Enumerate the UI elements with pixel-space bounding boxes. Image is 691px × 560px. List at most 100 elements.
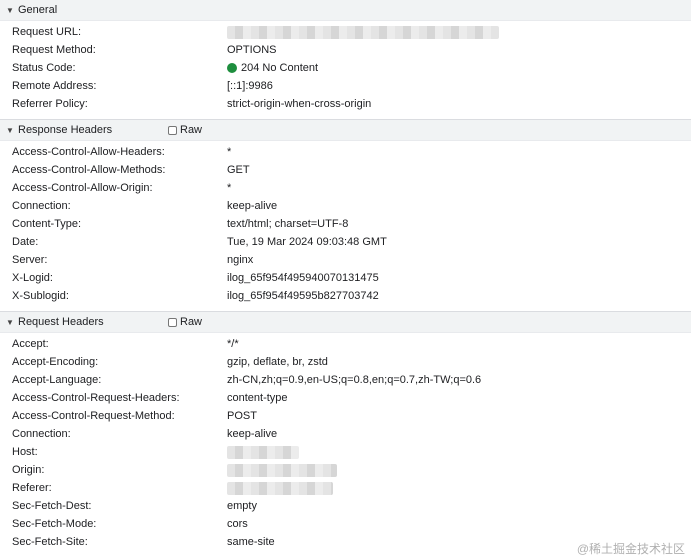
header-value: zh-CN,zh;q=0.9,en-US;q=0.8,en;q=0.7,zh-T… — [227, 374, 482, 386]
header-row: Access-Control-Request-Headers: content-t… — [0, 389, 691, 407]
general-section-title: General — [18, 4, 58, 16]
header-row: X-Logid: ilog_65f954f495940070131475 — [0, 269, 691, 287]
header-key: Connection: — [12, 200, 71, 212]
response-headers-title: Response Headers — [18, 124, 113, 136]
response-headers-section-header[interactable]: ▼ Response Headers Raw — [0, 119, 691, 141]
request-raw-toggle[interactable]: Raw — [168, 312, 202, 332]
status-dot-icon — [227, 63, 237, 73]
raw-label: Raw — [180, 124, 203, 136]
header-value: same-site — [227, 536, 275, 548]
header-value: Tue, 19 Mar 2024 09:03:48 GMT — [227, 236, 387, 248]
request-headers-title: Request Headers — [18, 316, 104, 328]
header-key: Connection: — [12, 428, 71, 440]
general-section-header[interactable]: ▼ General — [0, 0, 691, 21]
header-row: Date: Tue, 19 Mar 2024 09:03:48 GMT — [0, 233, 691, 251]
header-key: Access-Control-Request-Method: — [12, 410, 175, 422]
header-row: Referrer Policy: strict-origin-when-cros… — [0, 95, 691, 113]
header-row: Sec-Fetch-Dest: empty — [0, 497, 691, 515]
header-row: Accept: */* — [0, 335, 691, 353]
header-row: X-Sublogid: ilog_65f954f49595b827703742 — [0, 287, 691, 305]
header-key: Accept-Encoding: — [12, 356, 99, 368]
header-key: Server: — [12, 254, 48, 266]
raw-checkbox[interactable] — [168, 125, 177, 135]
header-value — [227, 445, 299, 459]
redacted-value — [227, 481, 333, 495]
request-headers-section-header[interactable]: ▼ Request Headers Raw — [0, 311, 691, 333]
triangle-down-icon[interactable]: ▼ — [2, 318, 18, 327]
header-row: Content-Type: text/html; charset=UTF-8 — [0, 215, 691, 233]
header-row: Request Method: OPTIONS — [0, 41, 691, 59]
header-value: keep-alive — [227, 428, 278, 440]
header-key: Access-Control-Request-Headers: — [12, 392, 180, 404]
header-row: Access-Control-Allow-Origin: * — [0, 179, 691, 197]
header-value: text/html; charset=UTF-8 — [227, 218, 349, 230]
header-value: nginx — [227, 254, 254, 266]
header-value: [::1]:9986 — [227, 80, 273, 92]
header-key: Remote Address: — [12, 80, 97, 92]
header-key: X-Sublogid: — [12, 290, 69, 302]
header-value: gzip, deflate, br, zstd — [227, 356, 328, 368]
header-value — [227, 481, 333, 495]
header-value: * — [227, 146, 232, 158]
header-key: Status Code: — [12, 62, 76, 74]
header-value: ilog_65f954f495940070131475 — [227, 272, 379, 284]
header-key: Access-Control-Allow-Origin: — [12, 182, 153, 194]
header-row: Connection: keep-alive — [0, 197, 691, 215]
response-header-rows: Access-Control-Allow-Headers: * Access-Con… — [0, 141, 691, 311]
header-row: Access-Control-Allow-Headers: * — [0, 143, 691, 161]
header-row: Origin: — [0, 461, 691, 479]
response-raw-toggle[interactable]: Raw — [168, 120, 202, 140]
header-row: Access-Control-Request-Method: POST — [0, 407, 691, 425]
header-value — [227, 25, 499, 39]
header-key: Date: — [12, 236, 39, 248]
header-row: Sec-Fetch-Mode: cors — [0, 515, 691, 533]
header-key: Referrer Policy: — [12, 98, 88, 110]
header-key: Request Method: — [12, 44, 96, 56]
general-rows: Request URL: Request Method: OPTIONS Sta… — [0, 21, 691, 119]
triangle-down-icon[interactable]: ▼ — [2, 126, 18, 135]
triangle-down-icon[interactable]: ▼ — [2, 6, 18, 15]
header-value: GET — [227, 164, 250, 176]
header-key: Referer: — [12, 482, 52, 494]
header-key: Sec-Fetch-Dest: — [12, 500, 92, 512]
watermark-text: @稀土掘金技术社区 — [576, 542, 685, 556]
header-value: */* — [227, 338, 239, 350]
header-row: Request URL: — [0, 23, 691, 41]
header-value: POST — [227, 410, 257, 422]
header-row: Host: — [0, 443, 691, 461]
header-key: Access-Control-Allow-Methods: — [12, 164, 166, 176]
header-row: Accept-Language: zh-CN,zh;q=0.9,en-US;q=0… — [0, 371, 691, 389]
header-value: * — [227, 182, 232, 194]
status-code-text: 204 No Content — [241, 62, 319, 74]
header-row: Access-Control-Allow-Methods: GET — [0, 161, 691, 179]
header-key: X-Logid: — [12, 272, 53, 284]
header-value: 204 No Content — [227, 62, 318, 74]
header-value: content-type — [227, 392, 288, 404]
header-row: Remote Address: [::1]:9986 — [0, 77, 691, 95]
header-value: strict-origin-when-cross-origin — [227, 98, 372, 110]
header-key: Origin: — [12, 464, 45, 476]
header-key: Host: — [12, 446, 38, 458]
header-key: Request URL: — [12, 26, 82, 38]
header-key: Sec-Fetch-Site: — [12, 536, 88, 548]
header-row: Connection: keep-alive — [0, 425, 691, 443]
header-row: Accept-Encoding: gzip, deflate, br, zstd — [0, 353, 691, 371]
header-key: Content-Type: — [12, 218, 82, 230]
header-value: empty — [227, 500, 257, 512]
header-value: keep-alive — [227, 200, 278, 212]
header-key: Access-Control-Allow-Headers: — [12, 146, 165, 158]
raw-label: Raw — [180, 316, 203, 328]
redacted-url — [227, 25, 499, 39]
header-row: Referer: — [0, 479, 691, 497]
raw-checkbox[interactable] — [168, 317, 177, 327]
header-key: Accept: — [12, 338, 49, 350]
header-value: OPTIONS — [227, 44, 277, 56]
header-row: Server: nginx — [0, 251, 691, 269]
header-row: Status Code: 204 No Content — [0, 59, 691, 77]
header-value: ilog_65f954f49595b827703742 — [227, 290, 379, 302]
header-key: Accept-Language: — [12, 374, 102, 386]
redacted-value — [227, 463, 337, 477]
header-key: Sec-Fetch-Mode: — [12, 518, 97, 530]
header-value: cors — [227, 518, 248, 530]
redacted-value — [227, 445, 299, 459]
